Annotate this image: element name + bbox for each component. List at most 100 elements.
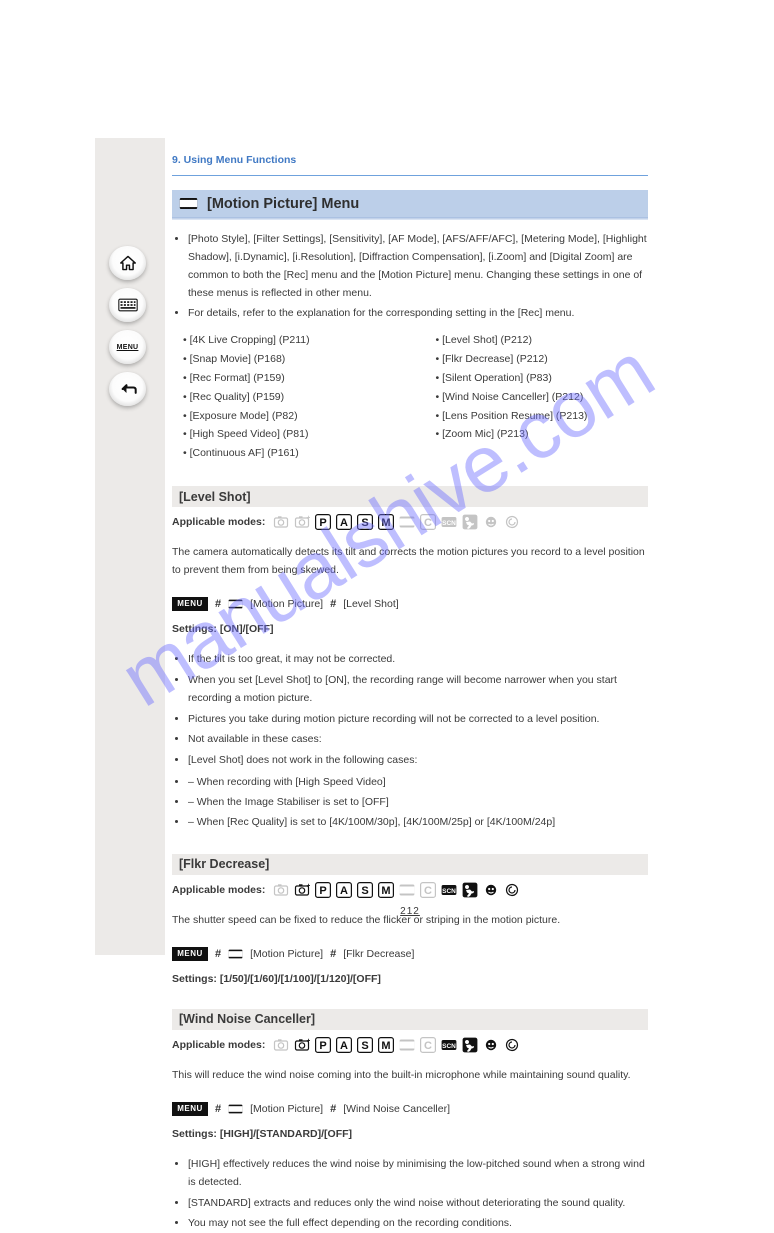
mode-M-icon: M [378, 1037, 394, 1053]
svg-text:P: P [320, 1040, 327, 1052]
mode-face-icon [483, 1037, 499, 1053]
back-icon [118, 382, 138, 396]
mode-iaplus-icon: + [294, 514, 310, 530]
list-item: [HIGH] effectively reduces the wind nois… [188, 1156, 648, 1192]
list-item: When the Image Stabiliser is set to [OFF… [188, 794, 648, 812]
menu-path: MENU # [Motion Picture] # [Flkr Decrease… [172, 947, 648, 961]
list-item: Not available in these cases: [188, 731, 648, 749]
mode-c-icon [420, 514, 436, 530]
link-item[interactable]: • [Rec Format] (P159) [183, 370, 396, 388]
svg-text:A: A [340, 517, 348, 529]
svg-text:P: P [320, 885, 327, 897]
list-item: [Photo Style], [Filter Settings], [Sensi… [188, 231, 648, 302]
movie-icon [228, 1103, 243, 1115]
link-item[interactable]: • [Zoom Mic] (P213) [436, 426, 649, 444]
list-item: When you set [Level Shot] to [ON], the r… [188, 672, 648, 708]
applicable-modes: Applicable modes:+PASM [172, 514, 648, 530]
mode-cc-icon [504, 1037, 520, 1053]
svg-text:+: + [307, 883, 311, 890]
mode-cc-icon [504, 514, 520, 530]
mode-P-icon: P [315, 514, 331, 530]
movie-icon [228, 598, 243, 610]
mode-A-icon: A [336, 514, 352, 530]
mode-face-icon [483, 514, 499, 530]
menu-chip: MENU [172, 1102, 208, 1116]
settings-line: Settings: [1/50]/[1/60]/[1/100]/[1/120]/… [172, 971, 648, 987]
mode-run-icon [462, 514, 478, 530]
mode-S-icon: S [357, 882, 373, 898]
notes: [HIGH] effectively reduces the wind nois… [172, 1156, 648, 1233]
mode-iaplus-icon: + [294, 1037, 310, 1053]
link-item[interactable]: • [Rec Quality] (P159) [183, 389, 396, 407]
link-item[interactable]: • [Exposure Mode] (P82) [183, 408, 396, 426]
mode-scn-icon [441, 514, 457, 530]
mode-scn-icon [441, 882, 457, 898]
back-button[interactable] [109, 372, 146, 406]
link-item[interactable]: • [Flkr Decrease] (P212) [436, 351, 649, 369]
menu-chip: MENU [172, 947, 208, 961]
settings-line: Settings: [HIGH]/[STANDARD]/[OFF] [172, 1126, 648, 1142]
mode-mov-icon [399, 514, 415, 530]
menu-button[interactable]: MENU [109, 330, 146, 364]
link-item[interactable]: • [Snap Movie] (P168) [183, 351, 396, 369]
svg-text:+: + [307, 515, 311, 522]
applicable-modes: Applicable modes:+PASM [172, 882, 648, 898]
list-item: Pictures you take during motion picture … [188, 711, 648, 729]
svg-text:M: M [382, 1040, 391, 1052]
list-item: When recording with [High Speed Video] [188, 774, 648, 792]
anchor-links: • [4K Live Cropping] (P211)• [Snap Movie… [172, 331, 648, 464]
svg-text:S: S [362, 885, 369, 897]
mode-run-icon [462, 882, 478, 898]
menu-path: MENU # [Motion Picture] # [Wind Noise Ca… [172, 1102, 648, 1116]
movie-icon [179, 196, 200, 212]
mode-S-icon: S [357, 1037, 373, 1053]
page-number: 212 [172, 906, 648, 917]
menu-path: MENU # [Motion Picture] # [Level Shot] [172, 597, 648, 611]
mode-A-icon: A [336, 1037, 352, 1053]
mode-mov-icon [399, 1037, 415, 1053]
mode-mov-icon [399, 882, 415, 898]
mode-P-icon: P [315, 882, 331, 898]
svg-text:M: M [382, 517, 391, 529]
svg-text:S: S [362, 1040, 369, 1052]
mode-ia-icon [273, 1037, 289, 1053]
link-item[interactable]: • [Lens Position Resume] (P213) [436, 408, 649, 426]
keyboard-button[interactable] [109, 288, 146, 322]
sidebar: MENU [95, 138, 165, 955]
mode-M-icon: M [378, 882, 394, 898]
home-button[interactable] [109, 246, 146, 280]
mode-face-icon [483, 882, 499, 898]
intro-copy: [Photo Style], [Filter Settings], [Sensi… [172, 231, 648, 323]
notes: If the tilt is too great, it may not be … [172, 651, 648, 832]
content: 9. Using Menu Functions [Motion Picture]… [172, 138, 648, 955]
link-item[interactable]: • [Wind Noise Canceller] (P212) [436, 389, 649, 407]
mode-iaplus-icon: + [294, 882, 310, 898]
menu-chip: MENU [172, 597, 208, 611]
movie-icon [228, 948, 243, 960]
mode-ia-icon [273, 882, 289, 898]
keyboard-icon [118, 298, 138, 312]
svg-text:A: A [340, 885, 348, 897]
mode-A-icon: A [336, 882, 352, 898]
link-item[interactable]: • [4K Live Cropping] (P211) [183, 332, 396, 350]
svg-text:M: M [382, 885, 391, 897]
link-item[interactable]: • [Continuous AF] (P161) [183, 445, 396, 463]
link-item[interactable]: • [Silent Operation] (P83) [436, 370, 649, 388]
list-item: If the tilt is too great, it may not be … [188, 651, 648, 669]
svg-text:S: S [362, 517, 369, 529]
page-title-band: [Motion Picture] Menu [172, 190, 648, 217]
mode-c-icon [420, 882, 436, 898]
list-item: [Level Shot] does not work in the follow… [188, 752, 648, 770]
svg-text:P: P [320, 517, 327, 529]
mode-c-icon [420, 1037, 436, 1053]
menu-button-label: MENU [117, 344, 139, 351]
home-icon [119, 255, 137, 271]
mode-M-icon: M [378, 514, 394, 530]
divider [172, 175, 648, 176]
mode-S-icon: S [357, 514, 373, 530]
mode-cc-icon [504, 882, 520, 898]
link-item[interactable]: • [High Speed Video] (P81) [183, 426, 396, 444]
list-item: You may not see the full effect dependin… [188, 1215, 648, 1233]
mode-P-icon: P [315, 1037, 331, 1053]
link-item[interactable]: • [Level Shot] (P212) [436, 332, 649, 350]
